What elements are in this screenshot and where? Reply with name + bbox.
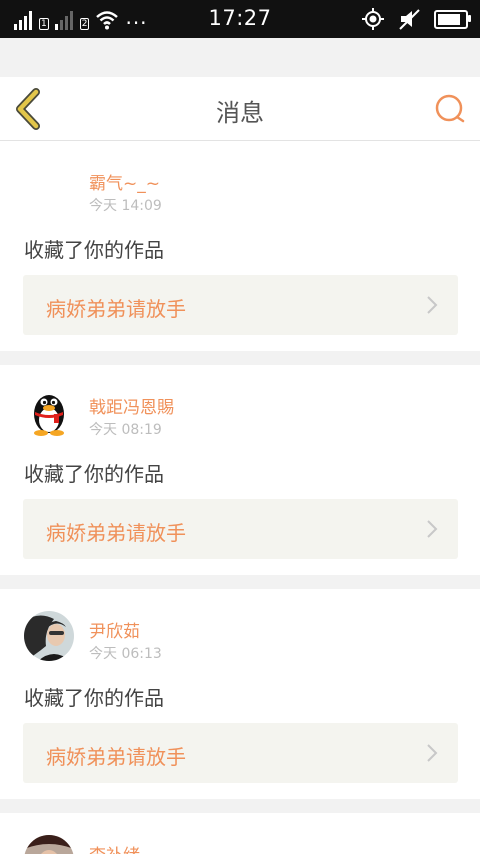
- action-text: 收藏了你的作品: [24, 462, 164, 486]
- work-title: 病娇弟弟请放手: [46, 745, 186, 769]
- username[interactable]: 戟距冯恩賜: [89, 393, 174, 418]
- page-title: 消息: [216, 99, 264, 127]
- username[interactable]: 李补绪: [89, 841, 140, 854]
- message-card: 尹欣茹 今天 06:13 收藏了你的作品 病娇弟弟请放手: [0, 589, 480, 799]
- action-text: 收藏了你的作品: [24, 686, 164, 710]
- status-bar: 1 2 ··· 17:27: [0, 0, 480, 38]
- search-button[interactable]: [430, 89, 470, 129]
- nav-header: 消息: [0, 77, 480, 141]
- work-link[interactable]: 病娇弟弟请放手: [23, 723, 458, 783]
- chevron-right-icon: [427, 744, 438, 762]
- photo-avatar-icon: [24, 611, 74, 661]
- username[interactable]: 尹欣茹: [89, 617, 140, 642]
- avatar[interactable]: [24, 835, 74, 854]
- search-icon: [435, 94, 465, 123]
- work-title: 病娇弟弟请放手: [46, 297, 186, 321]
- battery-icon: [434, 9, 471, 29]
- avatar[interactable]: [24, 611, 74, 661]
- message-card: 戟距冯恩賜 今天 08:19 收藏了你的作品 病娇弟弟请放手: [0, 365, 480, 575]
- message-card: 霸气~_~ 今天 14:09 收藏了你的作品 病娇弟弟请放手: [0, 141, 480, 351]
- work-title: 病娇弟弟请放手: [46, 521, 186, 545]
- status-right: [362, 8, 471, 30]
- qq-penguin-icon: [34, 395, 64, 436]
- location-icon: [362, 8, 384, 30]
- message-time: 今天 08:19: [89, 422, 162, 438]
- chevron-right-icon: [427, 520, 438, 538]
- work-link[interactable]: 病娇弟弟请放手: [23, 275, 458, 335]
- message-time: 今天 06:13: [89, 646, 162, 662]
- avatar[interactable]: [24, 163, 74, 213]
- message-card: 李补绪: [0, 813, 480, 854]
- photo-avatar-icon: [24, 835, 74, 854]
- work-link[interactable]: 病娇弟弟请放手: [23, 499, 458, 559]
- action-text: 收藏了你的作品: [24, 238, 164, 262]
- username[interactable]: 霸气~_~: [89, 169, 160, 194]
- chevron-right-icon: [427, 296, 438, 314]
- avatar[interactable]: [24, 387, 74, 437]
- message-time: 今天 14:09: [89, 198, 162, 214]
- mute-icon: [399, 9, 420, 30]
